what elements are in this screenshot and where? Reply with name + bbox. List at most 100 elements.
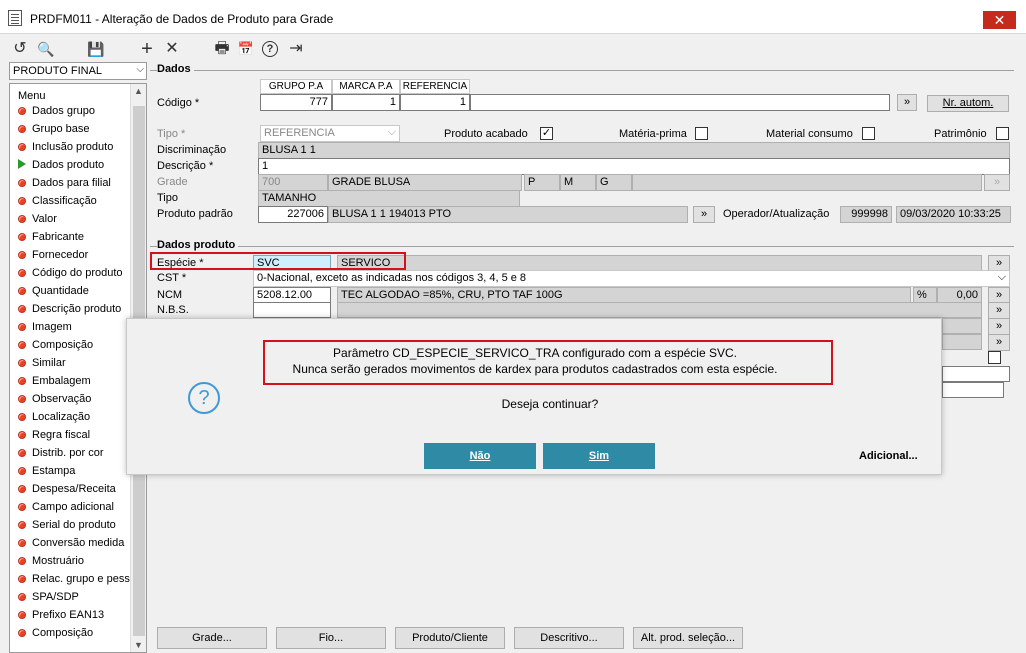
menu-item-label: Prefixo EAN13 <box>32 609 105 621</box>
tipo-select[interactable]: REFERENCIA ⌵ <box>260 125 400 142</box>
descritivo-button[interactable]: Descritivo... <box>514 627 624 649</box>
menu-item-label: Inclusão produto <box>32 141 114 153</box>
undo-icon[interactable]: ↺ <box>10 39 30 59</box>
menu-item-label: Dados produto <box>32 159 105 171</box>
menu-item[interactable]: Código do produto <box>18 267 123 285</box>
extra-lookup-button-1[interactable]: » <box>988 318 1010 335</box>
grupo-input[interactable]: 777 <box>260 94 332 111</box>
menu-item[interactable]: Composição <box>18 627 93 645</box>
close-button[interactable]: ✕ <box>983 11 1016 29</box>
bullet-icon <box>18 287 26 295</box>
codigo-extra-input[interactable] <box>470 94 890 111</box>
extra-lookup-button-2[interactable]: » <box>988 334 1010 351</box>
search-icon[interactable]: 🔍 <box>36 39 56 59</box>
bullet-icon <box>18 431 26 439</box>
menu-item-label: Embalagem <box>32 375 91 387</box>
menu-item[interactable]: Relac. grupo e pess <box>18 573 130 591</box>
menu-item[interactable]: Quantidade <box>18 285 89 303</box>
menu-item[interactable]: Dados produto <box>18 159 104 177</box>
help-icon[interactable]: ? <box>262 41 278 57</box>
nr-autom-button[interactable]: Nr. autom. <box>927 95 1009 112</box>
produto-acabado-label: Produto acabado <box>444 128 528 140</box>
menu-item[interactable]: Serial do produto <box>18 519 116 537</box>
menu-item[interactable]: Valor <box>18 213 57 231</box>
menu-item[interactable]: SPA/SDP <box>18 591 79 609</box>
bullet-icon <box>18 467 26 475</box>
referencia-input[interactable]: 1 <box>400 94 470 111</box>
materia-prima-label: Matéria-prima <box>619 128 687 140</box>
extra-checkbox[interactable] <box>988 351 1001 364</box>
menu-item[interactable]: Mostruário <box>18 555 84 573</box>
bullet-icon <box>18 359 26 367</box>
menu-item-label: Código do produto <box>32 267 123 279</box>
adicional-button[interactable]: Adicional... <box>859 450 918 462</box>
grade-size-p: P <box>524 174 560 191</box>
codigo-lookup-button[interactable]: » <box>897 94 917 111</box>
menu-item-label: Composição <box>32 339 94 351</box>
menu-item[interactable]: Dados para filial <box>18 177 111 195</box>
menu-item[interactable]: Localização <box>18 411 90 429</box>
extra-input-2[interactable] <box>942 382 1004 398</box>
menu-item-label: Conversão medida <box>32 537 125 549</box>
grade-button[interactable]: Grade... <box>157 627 267 649</box>
tipo2-value: TAMANHO <box>258 190 520 207</box>
window-title: PRDFM011 - Alteração de Dados de Produto… <box>30 12 334 26</box>
menu-item[interactable]: Estampa <box>18 465 75 483</box>
menu-item[interactable]: Classificação <box>18 195 97 213</box>
nbs-input[interactable] <box>253 302 331 318</box>
menu-item[interactable]: Embalagem <box>18 375 91 393</box>
menu-item[interactable]: Conversão medida <box>18 537 124 555</box>
materia-prima-checkbox[interactable] <box>695 127 708 140</box>
menu-item-label: Descrição produto <box>32 303 122 315</box>
menu-item[interactable]: Dados grupo <box>18 105 95 123</box>
descricao-input[interactable]: 1 <box>258 158 1010 175</box>
cst-select[interactable]: 0-Nacional, exceto as indicadas nos códi… <box>253 270 1010 287</box>
menu-item[interactable]: Descrição produto <box>18 303 121 321</box>
menu-item[interactable]: Grupo base <box>18 123 89 141</box>
tipo2-label: Tipo <box>157 192 178 204</box>
bullet-icon <box>18 485 26 493</box>
produto-cliente-button[interactable]: Produto/Cliente <box>395 627 505 649</box>
menu-item[interactable]: Similar <box>18 357 66 375</box>
fio-button[interactable]: Fio... <box>276 627 386 649</box>
product-type-select[interactable]: PRODUTO FINAL ⌵ <box>9 62 147 80</box>
menu-item[interactable]: Campo adicional <box>18 501 114 519</box>
chevron-down-icon: ⌵ <box>997 271 1006 283</box>
alt-prod-selecao-button[interactable]: Alt. prod. seleção... <box>633 627 743 649</box>
cst-value: 0-Nacional, exceto as indicadas nos códi… <box>257 272 527 284</box>
add-icon[interactable]: + <box>137 39 157 59</box>
bullet-icon <box>18 539 26 547</box>
produto-padrao-input[interactable]: 227006 <box>258 206 328 223</box>
menu-item[interactable]: Observação <box>18 393 91 411</box>
scroll-up-icon[interactable]: ▲ <box>134 86 143 96</box>
exit-icon[interactable]: ⇥ <box>286 39 306 59</box>
delete-icon[interactable]: ✕ <box>162 39 182 59</box>
menu-title: Menu <box>18 90 46 102</box>
scroll-down-icon[interactable]: ▼ <box>134 640 143 650</box>
menu-item[interactable]: Distrib. por cor <box>18 447 104 465</box>
save-icon[interactable]: 💾 <box>86 39 106 59</box>
produto-acabado-checkbox[interactable]: ✓ <box>540 127 553 140</box>
nao-button[interactable]: Não <box>424 443 536 469</box>
menu-item[interactable]: Composição <box>18 339 93 357</box>
produto-padrao-lookup-button[interactable]: » <box>693 206 715 223</box>
menu-item[interactable]: Despesa/Receita <box>18 483 116 501</box>
menu-item[interactable]: Fornecedor <box>18 249 88 267</box>
calendar-icon[interactable]: 📅 <box>236 39 256 59</box>
menu-item[interactable]: Inclusão produto <box>18 141 113 159</box>
patrimonio-label: Patrimônio <box>934 128 987 140</box>
extra-input-1[interactable] <box>942 366 1010 382</box>
menu-item[interactable]: Fabricante <box>18 231 84 249</box>
menu-item[interactable]: Imagem <box>18 321 72 339</box>
menu-item[interactable]: Prefixo EAN13 <box>18 609 104 627</box>
sim-button[interactable]: Sim <box>543 443 655 469</box>
print-icon[interactable]: 🖶 <box>212 39 232 59</box>
marca-input[interactable]: 1 <box>332 94 400 111</box>
chevron-down-icon: ⌵ <box>387 126 396 138</box>
menu-item[interactable]: Regra fiscal <box>18 429 90 447</box>
grade-lookup-button[interactable]: » <box>984 174 1010 191</box>
material-consumo-checkbox[interactable] <box>862 127 875 140</box>
patrimonio-checkbox[interactable] <box>996 127 1009 140</box>
nbs-lookup-button[interactable]: » <box>988 302 1010 319</box>
window-icon <box>8 10 22 26</box>
